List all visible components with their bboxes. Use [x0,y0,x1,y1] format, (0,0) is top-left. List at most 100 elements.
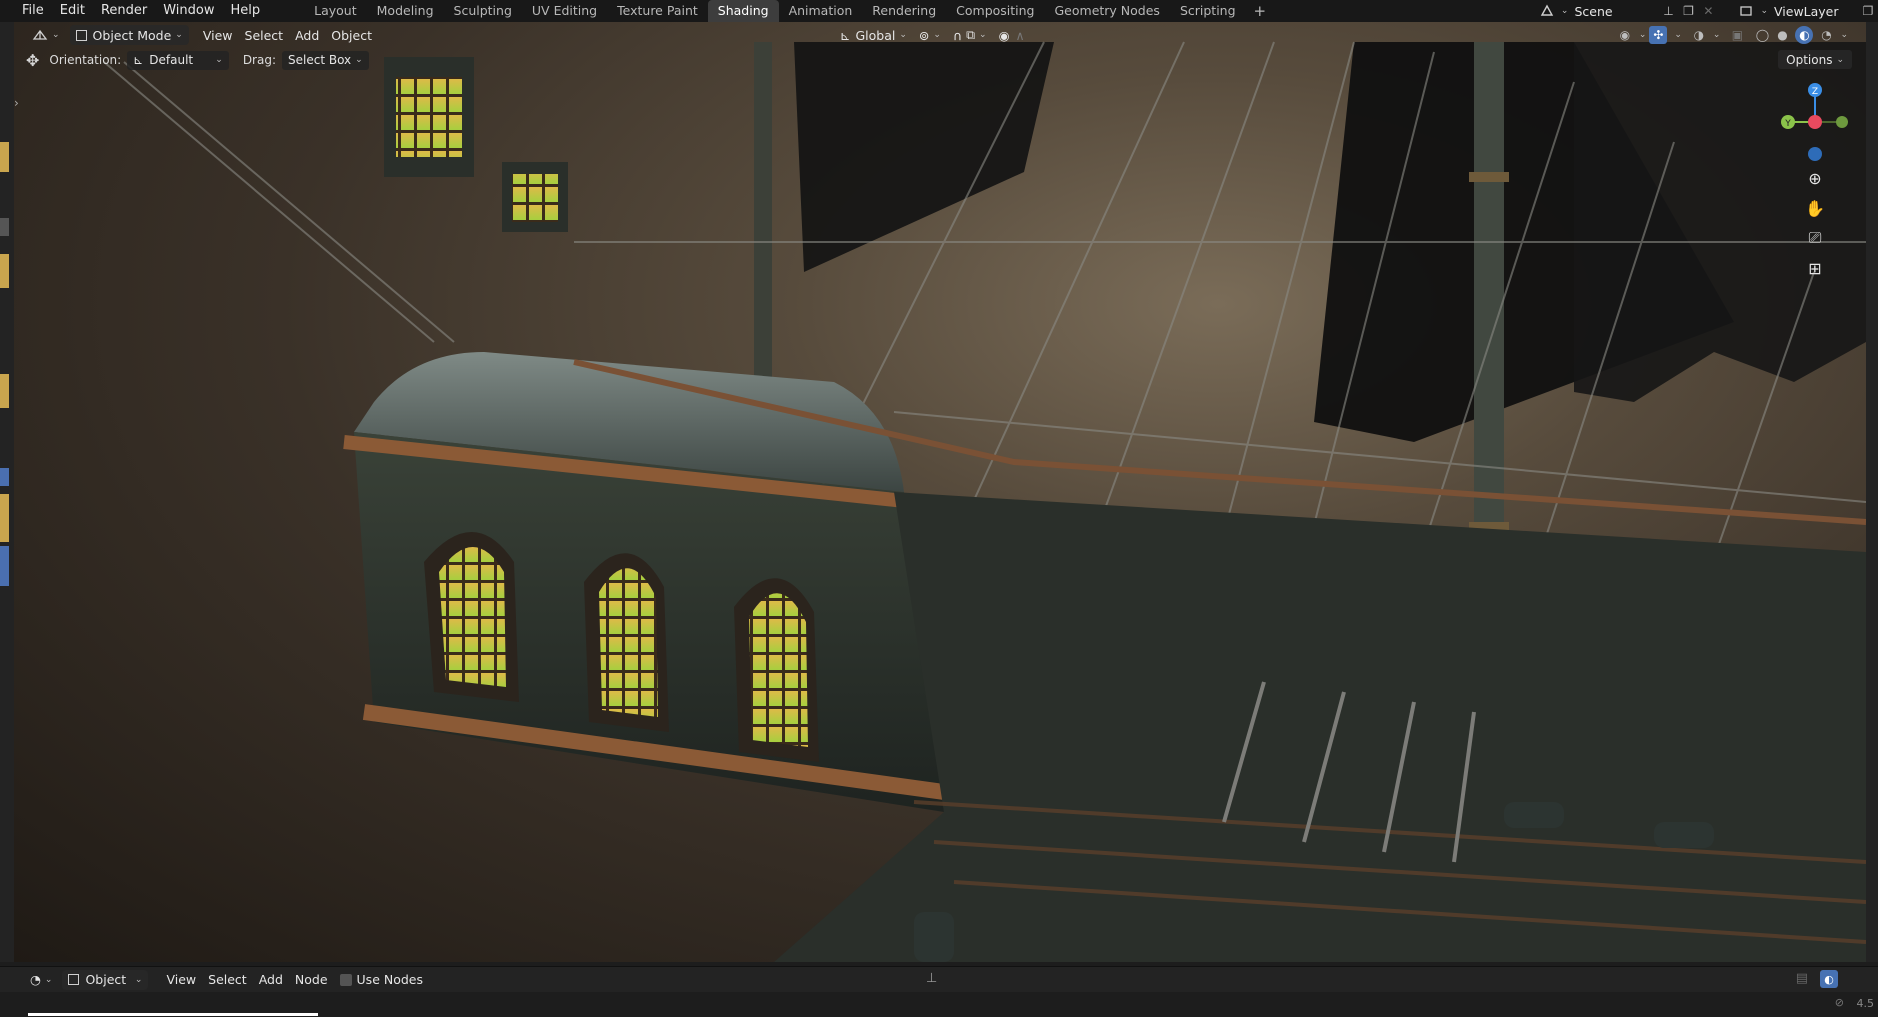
menu-select[interactable]: Select [239,25,290,45]
tool-settings-header: ✥ Orientation: ⊾ Default ⌄ Drag: Select … [14,48,1866,72]
tab-modeling[interactable]: Modeling [367,0,444,22]
zoom-icon[interactable]: ⊕ [1801,164,1829,192]
orientation-axes-icon: ⊾ [133,53,144,67]
perspective-toggle-icon[interactable]: ⊞ [1801,254,1829,282]
material-preview-icon[interactable]: ◐ [1795,26,1814,44]
pan-hand-icon[interactable]: ✋ [1801,194,1829,222]
chevron-down-icon: ⌄ [52,30,60,40]
view-layer-icon [1739,4,1753,18]
gizmo-toggle-icon[interactable]: ✣ [1649,26,1668,44]
mode-selector[interactable]: Object Mode ⌄ [69,25,189,45]
right-region-strip [1866,22,1878,962]
tab-texture-paint[interactable]: Texture Paint [607,0,708,22]
tab-animation[interactable]: Animation [779,0,863,22]
chevron-down-icon: ⌄ [44,974,53,985]
tab-compositing[interactable]: Compositing [946,0,1044,22]
solid-shading-icon[interactable]: ● [1775,28,1789,42]
delete-scene-icon[interactable]: ✕ [1701,4,1715,18]
drag-value: Select Box [288,53,352,67]
chevron-down-icon: ⌄ [215,55,223,65]
shader-type-dropdown[interactable]: Object ⌄ [62,969,149,990]
snap-target-icon: ⧉ [966,27,976,42]
tab-sculpting[interactable]: Sculpting [444,0,522,22]
add-workspace-button[interactable]: + [1246,2,1275,20]
menu-view[interactable]: View [197,25,239,45]
shader-type-label: Object [85,972,127,987]
tab-geometry-nodes[interactable]: Geometry Nodes [1045,0,1170,22]
strip-marker [0,494,9,542]
axis-x-handle[interactable] [1808,115,1822,129]
axis-gizmo[interactable]: Z Y [1768,60,1858,170]
pin-icon[interactable]: ⊥ [926,971,937,986]
view-layer-selector[interactable]: ⌄ ViewLayer ❐ [1736,2,1878,20]
pivot-point-button[interactable]: ⊚ ⌄ [913,25,947,45]
ship-render [103,41,1866,962]
snap-toggle[interactable]: ∩ ⧉ ⌄ [947,25,993,45]
editor-type-button[interactable]: ⌄ [26,25,66,45]
menu-view[interactable]: View [160,970,202,990]
3d-viewport[interactable] [14,22,1866,962]
object-mode-icon [75,29,87,41]
axis-neg-z-handle[interactable] [1808,147,1822,161]
overlay-icon[interactable]: ◐ [1820,970,1838,988]
new-scene-icon[interactable]: ❐ [1681,4,1695,18]
strip-marker [0,218,9,236]
strip-marker [0,546,9,586]
axis-neg-y-handle[interactable] [1836,116,1848,128]
menu-select[interactable]: Select [202,970,253,990]
chevron-down-icon: ⌄ [1712,30,1721,40]
menu-edit[interactable]: Edit [52,0,93,22]
tab-rendering[interactable]: Rendering [862,0,946,22]
snap-icon[interactable]: ▤ [1796,971,1808,986]
menu-help[interactable]: Help [223,0,269,22]
tab-shading[interactable]: Shading [707,0,779,22]
overlay-toggle-icon[interactable]: ◑ [1692,28,1706,42]
tab-layout[interactable]: Layout [304,0,367,22]
network-status-icon: ⊘ [1834,996,1844,1009]
chevron-down-icon: ⌄ [134,974,143,985]
scene-name[interactable]: Scene [1568,4,1658,19]
wireframe-shading-icon[interactable]: ◯ [1755,28,1769,42]
rendered-shading-icon[interactable]: ◔ [1819,28,1833,42]
transform-orientation-label: Global [855,27,896,43]
viewport-header: ⌄ Object Mode ⌄ View Select Add Object ⊾… [14,22,1866,48]
transform-orientation-dropdown[interactable]: ⊾ Global ⌄ [834,25,913,45]
magnet-icon: ∩ [952,27,963,43]
proportional-edit-icon: ◉ [998,27,1010,43]
menu-add[interactable]: Add [253,970,289,990]
toolbar-expand-icon[interactable]: › [14,96,19,110]
scene-selector[interactable]: ⌄ Scene ⊥ ❐ ✕ [1537,2,1719,20]
pin-icon[interactable]: ⊥ [1661,4,1675,18]
visibility-icon[interactable]: ◉ [1618,28,1632,42]
xray-toggle-icon[interactable]: ▣ [1730,28,1744,42]
tab-scripting[interactable]: Scripting [1170,0,1246,22]
move-tool-icon[interactable]: ✥ [26,51,39,70]
navigation-gizmo[interactable]: Z Y ⊕ ✋ ⎚ ⊞ [1768,60,1858,290]
tab-uv-editing[interactable]: UV Editing [522,0,607,22]
menu-window[interactable]: Window [155,0,222,22]
orientation-value: Default [149,53,194,67]
new-view-layer-icon[interactable]: ❐ [1861,4,1875,18]
drag-dropdown[interactable]: Select Box ⌄ [282,50,369,70]
progress-bar [28,1013,318,1016]
menu-render[interactable]: Render [93,0,155,22]
view-layer-name[interactable]: ViewLayer [1768,4,1858,19]
orientation-dropdown[interactable]: ⊾ Default ⌄ [127,50,229,70]
blender-logo-icon[interactable] [0,0,14,22]
use-nodes-toggle[interactable]: Use Nodes [334,970,429,990]
pivot-icon: ⊚ [918,27,930,43]
shader-editor-type-button[interactable]: ◔ ⌄ [24,970,58,990]
orientation-icon: ⊾ [840,27,851,43]
menu-node[interactable]: Node [289,970,334,990]
proportional-edit-toggle[interactable]: ◉ ∧ [993,25,1031,45]
menu-object[interactable]: Object [325,25,378,45]
menu-file[interactable]: File [14,0,52,22]
menu-add[interactable]: Add [289,25,325,45]
version-text: 4.5 [1856,997,1875,1010]
chevron-down-icon: ⌄ [1840,30,1848,40]
falloff-icon: ∧ [1015,27,1025,43]
strip-marker [0,374,9,408]
use-nodes-checkbox[interactable] [339,973,352,986]
orientation-label: Orientation: [49,53,122,67]
camera-view-icon[interactable]: ⎚ [1801,224,1829,252]
